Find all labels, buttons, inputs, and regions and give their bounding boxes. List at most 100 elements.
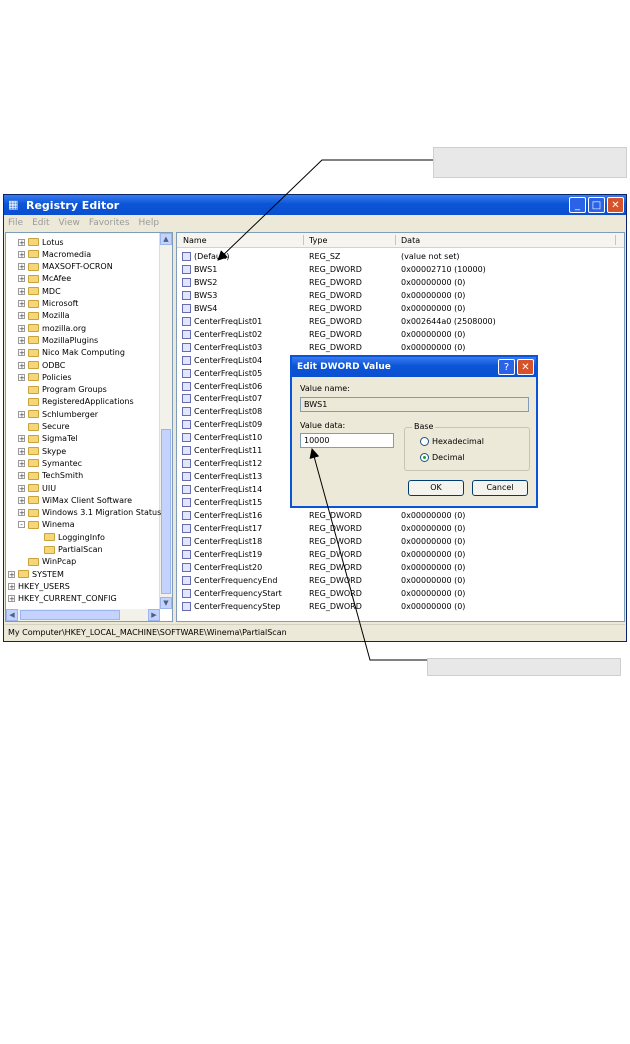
tree-item[interactable]: PartialScan: [34, 544, 103, 556]
value-row[interactable]: BWS4 REG_DWORD 0x00000000 (0): [177, 302, 624, 315]
tree-item[interactable]: + McAfee: [18, 273, 71, 285]
menu-view[interactable]: View: [59, 218, 80, 228]
tree-item[interactable]: + Nico Mak Computing: [18, 347, 125, 359]
tree-item[interactable]: + SYSTEM: [8, 568, 64, 580]
value-row[interactable]: CenterFrequencyEnd REG_DWORD 0x00000000 (0…: [177, 574, 624, 587]
expand-icon[interactable]: +: [18, 435, 25, 443]
expand-icon[interactable]: +: [18, 472, 25, 480]
window-titlebar[interactable]: ▦ Registry Editor _ □ ✕: [4, 195, 626, 215]
column-type-header[interactable]: Type: [309, 236, 327, 245]
expand-icon[interactable]: +: [18, 300, 25, 308]
tree-item[interactable]: + Mozilla: [18, 310, 70, 322]
close-button[interactable]: ✕: [607, 197, 624, 213]
tree-item[interactable]: + TechSmith: [18, 470, 83, 482]
expand-icon[interactable]: +: [8, 582, 15, 590]
value-row[interactable]: BWS3 REG_DWORD 0x00000000 (0): [177, 289, 624, 302]
value-row[interactable]: BWS1 REG_DWORD 0x00002710 (10000): [177, 263, 624, 276]
maximize-button[interactable]: □: [588, 197, 605, 213]
expand-icon[interactable]: +: [18, 509, 25, 517]
value-row[interactable]: (Default) REG_SZ (value not set): [177, 250, 624, 263]
value-data-input[interactable]: 10000: [300, 433, 394, 448]
column-name-header[interactable]: Name: [183, 236, 207, 245]
tree-item[interactable]: LoggingInfo: [34, 531, 105, 543]
radio-dot-dec[interactable]: [420, 453, 429, 462]
tree-item[interactable]: + Windows 3.1 Migration Status: [18, 507, 161, 519]
radio-dot-hex[interactable]: [420, 437, 429, 446]
tree-item[interactable]: WinPcap: [18, 556, 76, 568]
tree-vertical-scrollbar[interactable]: ▲ ▼: [159, 233, 172, 609]
value-row[interactable]: CenterFreqList20 REG_DWORD 0x00000000 (0): [177, 561, 624, 574]
expand-icon[interactable]: +: [18, 250, 25, 258]
expand-icon[interactable]: +: [18, 484, 25, 492]
tree-item[interactable]: + mozilla.org: [18, 322, 86, 334]
value-row[interactable]: CenterFrequencyStart REG_DWORD 0x00000000 …: [177, 587, 624, 600]
tree-item[interactable]: + UIU: [18, 482, 56, 494]
dialog-titlebar[interactable]: Edit DWORD Value ? ✕: [292, 357, 536, 377]
expand-icon[interactable]: +: [18, 373, 25, 381]
decimal-radio[interactable]: Decimal: [420, 453, 465, 462]
tree-item[interactable]: + Microsoft: [18, 298, 78, 310]
expand-icon[interactable]: +: [18, 361, 25, 369]
tree-item[interactable]: + SigmaTel: [18, 433, 78, 445]
tree-item[interactable]: + Symantec: [18, 457, 82, 469]
expand-icon[interactable]: +: [18, 447, 25, 455]
tree-item[interactable]: + MAXSOFT-OCRON: [18, 261, 113, 273]
column-data-header[interactable]: Data: [401, 236, 420, 245]
tree-item[interactable]: + MDC: [18, 285, 61, 297]
expand-icon[interactable]: +: [18, 459, 25, 467]
value-row[interactable]: CenterFreqList01 REG_DWORD 0x002644a0 (250…: [177, 315, 624, 328]
tree-item[interactable]: RegisteredApplications: [18, 396, 134, 408]
dialog-help-button[interactable]: ?: [498, 359, 515, 375]
tree-item[interactable]: - Winema: [18, 519, 75, 531]
collapse-icon[interactable]: -: [18, 521, 25, 529]
tree-item[interactable]: + HKEY_USERS: [8, 580, 70, 592]
menu-edit[interactable]: Edit: [32, 218, 49, 228]
tree-item[interactable]: + HKEY_CURRENT_CONFIG: [8, 593, 117, 605]
value-row[interactable]: CenterFreqList17 REG_DWORD 0x00000000 (0): [177, 522, 624, 535]
scroll-up-button[interactable]: ▲: [160, 233, 172, 245]
menu-file[interactable]: File: [8, 218, 23, 228]
expand-icon[interactable]: +: [18, 496, 25, 504]
expand-icon[interactable]: +: [18, 275, 25, 283]
value-row[interactable]: CenterFreqList03 REG_DWORD 0x00000000 (0): [177, 341, 624, 354]
tree-item[interactable]: + Policies: [18, 371, 72, 383]
expand-icon[interactable]: +: [18, 349, 25, 357]
tree-item[interactable]: + Schlumberger: [18, 408, 98, 420]
value-row[interactable]: CenterFreqList19 REG_DWORD 0x00000000 (0): [177, 548, 624, 561]
expand-icon[interactable]: +: [18, 238, 25, 246]
tree-item[interactable]: + Lotus: [18, 236, 64, 248]
menu-help[interactable]: Help: [139, 218, 160, 228]
tree-item[interactable]: + MozillaPlugins: [18, 334, 98, 346]
scroll-down-button[interactable]: ▼: [160, 597, 172, 609]
menu-favorites[interactable]: Favorites: [89, 218, 130, 228]
value-row[interactable]: BWS2 REG_DWORD 0x00000000 (0): [177, 276, 624, 289]
value-row[interactable]: CenterFrequencyStep REG_DWORD 0x00000000 (…: [177, 600, 624, 613]
cancel-button[interactable]: Cancel: [472, 480, 528, 496]
expand-icon[interactable]: +: [18, 312, 25, 320]
minimize-button[interactable]: _: [569, 197, 586, 213]
expand-icon[interactable]: +: [18, 336, 25, 344]
tree-scroll-thumb[interactable]: [161, 429, 171, 594]
tree-item[interactable]: + Skype: [18, 445, 66, 457]
expand-icon[interactable]: +: [18, 287, 25, 295]
expand-icon[interactable]: +: [8, 595, 15, 603]
expand-icon[interactable]: +: [8, 570, 15, 578]
scroll-left-button[interactable]: ◀: [6, 609, 18, 621]
hexadecimal-radio[interactable]: Hexadecimal: [420, 437, 484, 446]
ok-button[interactable]: OK: [408, 480, 464, 496]
tree-horizontal-scrollbar[interactable]: ◀ ▶: [6, 609, 160, 621]
dialog-close-button[interactable]: ✕: [517, 359, 534, 375]
tree-item[interactable]: + Macromedia: [18, 248, 91, 260]
tree-hscroll-thumb[interactable]: [20, 610, 120, 620]
expand-icon[interactable]: +: [18, 410, 25, 418]
expand-icon[interactable]: +: [18, 263, 25, 271]
tree-item[interactable]: + ODBC: [18, 359, 65, 371]
tree-item[interactable]: Program Groups: [18, 384, 107, 396]
tree-item[interactable]: + WiMax Client Software: [18, 494, 132, 506]
tree-item[interactable]: Secure: [18, 421, 70, 433]
value-row[interactable]: CenterFreqList16 REG_DWORD 0x00000000 (0): [177, 509, 624, 522]
expand-icon[interactable]: +: [18, 324, 25, 332]
value-row[interactable]: CenterFreqList02 REG_DWORD 0x00000000 (0): [177, 328, 624, 341]
scroll-right-button[interactable]: ▶: [148, 609, 160, 621]
registry-tree[interactable]: ▲ ▼ ◀ ▶ + Lotus + Macromedia + MAXSOFT-OCRON +…: [5, 232, 173, 622]
